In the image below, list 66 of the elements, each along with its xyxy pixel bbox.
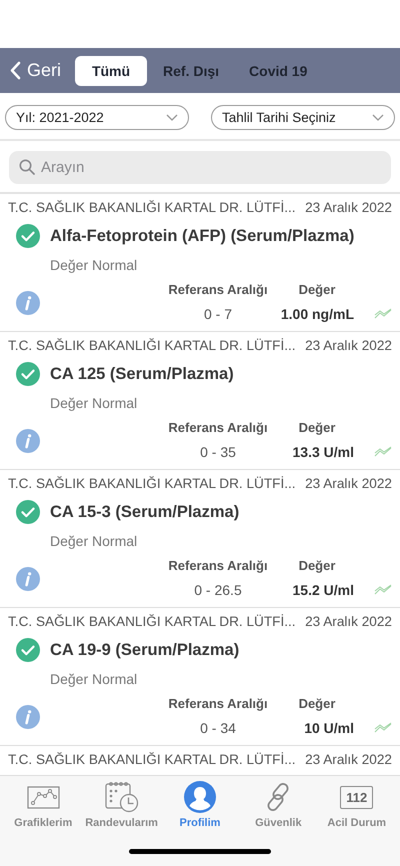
- back-icon: [10, 61, 21, 80]
- test-name: CA 15-3 (Serum/Plazma): [50, 502, 240, 522]
- test-name: CA 125 (Serum/Plazma): [50, 364, 234, 384]
- dropdown[interactable]: Yıl: 2021-2022: [5, 105, 189, 130]
- result-value: 1.00 ng/mL: [280, 305, 354, 324]
- result-date: 23 Aralık 2022: [305, 752, 392, 766]
- result-date: 23 Aralık 2022: [305, 338, 392, 352]
- search-icon: [19, 159, 35, 175]
- column-label: Değer: [298, 419, 336, 437]
- tab-bar-item[interactable]: 112 Acil Durum: [318, 780, 395, 829]
- result-value: 13.3 U/ml: [292, 443, 354, 462]
- tab-bar-item[interactable]: Profilim: [162, 780, 238, 829]
- result-value: 15.2 U/ml: [292, 581, 354, 600]
- column-label: Değer: [298, 557, 336, 575]
- column-label: Referans Aralığı: [168, 281, 268, 299]
- search-field[interactable]: Arayın: [9, 151, 391, 184]
- info-icon[interactable]: [16, 567, 40, 591]
- tab-bar-item[interactable]: Randevularım: [84, 780, 160, 829]
- back-button[interactable]: Geri: [8, 54, 70, 86]
- lab-name: T.C. SAĞLIK BAKANLIĞI KARTAL DR. LÜTFİ...: [8, 200, 296, 214]
- trend-chart-icon[interactable]: [374, 446, 392, 458]
- result-card[interactable]: T.C. SAĞLIK BAKANLIĞI KARTAL DR. LÜTFİ... 23 Aralık 2022 CA 15-3 (Serum/Plazma) Değer Normal Referans Aralığı Değer 0 - 26.5 15.2 U/ml: [0, 470, 400, 608]
- status-text: Değer Normal: [50, 395, 138, 411]
- column-label: Referans Aralığı: [168, 419, 268, 437]
- test-name: Alfa-Fetoprotein (AFP) (Serum/Plazma): [50, 226, 354, 246]
- trend-chart-icon[interactable]: [374, 584, 392, 596]
- trend-chart-icon[interactable]: [374, 722, 392, 734]
- column-label: Referans Aralığı: [168, 695, 268, 713]
- info-icon[interactable]: [16, 429, 40, 453]
- person-icon: [184, 781, 216, 813]
- lab-name: T.C. SAĞLIK BAKANLIĞI KARTAL DR. LÜTFİ...: [8, 476, 296, 490]
- status-text: Değer Normal: [50, 257, 138, 273]
- status-text: Değer Normal: [50, 671, 138, 687]
- result-value: 10 U/ml: [304, 719, 354, 738]
- lab-name: T.C. SAĞLIK BAKANLIĞI KARTAL DR. LÜTFİ...: [8, 338, 296, 352]
- chevron-down-icon: [166, 114, 178, 121]
- info-icon[interactable]: [16, 291, 40, 315]
- reference-range: 0 - 35: [200, 443, 236, 462]
- reference-range: 0 - 26.5: [194, 581, 242, 600]
- result-card[interactable]: T.C. SAĞLIK BAKANLIĞI KARTAL DR. LÜTFİ... 23 Aralık 2022 Alfa-Fetoprotein (AFP) (Serum/Plazma) Değer Normal Referans Aralığı Değer 0 - 7 1.00 ng/mL: [0, 194, 400, 332]
- calendar-clock-icon: [104, 781, 139, 813]
- filter-tab[interactable]: Tümü: [75, 56, 148, 86]
- result-date: 23 Aralık 2022: [305, 476, 392, 490]
- chevron-down-icon: [372, 114, 384, 121]
- line-chart-icon: [26, 786, 60, 808]
- result-card[interactable]: T.C. SAĞLIK BAKANLIĞI KARTAL DR. LÜTFİ... 23 Aralık 2022 CA 125 (Serum/Plazma) Değer Normal Referans Aralığı Değer 0 - 35 13.3 U/ml: [0, 332, 400, 470]
- lab-name: T.C. SAĞLIK BAKANLIĞI KARTAL DR. LÜTFİ...: [8, 614, 296, 628]
- column-label: Değer: [298, 695, 336, 713]
- tab-bar-item[interactable]: Güvenlik: [240, 780, 316, 829]
- info-icon[interactable]: [16, 705, 40, 729]
- column-label: Değer: [298, 281, 336, 299]
- reference-range: 0 - 34: [200, 719, 236, 738]
- dropdown[interactable]: Tahlil Tarihi Seçiniz: [211, 105, 395, 130]
- lab-name: T.C. SAĞLIK BAKANLIĞI KARTAL DR. LÜTFİ...: [8, 752, 296, 766]
- status-text: Değer Normal: [50, 533, 138, 549]
- test-name: CA 19-9 (Serum/Plazma): [50, 640, 240, 660]
- reference-range: 0 - 7: [204, 305, 232, 324]
- result-date: 23 Aralık 2022: [305, 614, 392, 628]
- trend-chart-icon[interactable]: [374, 308, 392, 320]
- column-label: Referans Aralığı: [168, 557, 268, 575]
- result-date: 23 Aralık 2022: [305, 200, 392, 214]
- result-card[interactable]: T.C. SAĞLIK BAKANLIĞI KARTAL DR. LÜTFİ... 23 Aralık 2022 CA 19-9 (Serum/Plazma) Değer Normal Referans Aralığı Değer 0 - 34 10 U/ml: [0, 608, 400, 746]
- filter-tab[interactable]: Covid 19: [235, 56, 322, 86]
- filter-tab[interactable]: Ref. Dışı: [149, 56, 234, 86]
- tab-bar-item[interactable]: Grafiklerim: [5, 780, 82, 829]
- emergency-number-icon: 112: [340, 786, 374, 808]
